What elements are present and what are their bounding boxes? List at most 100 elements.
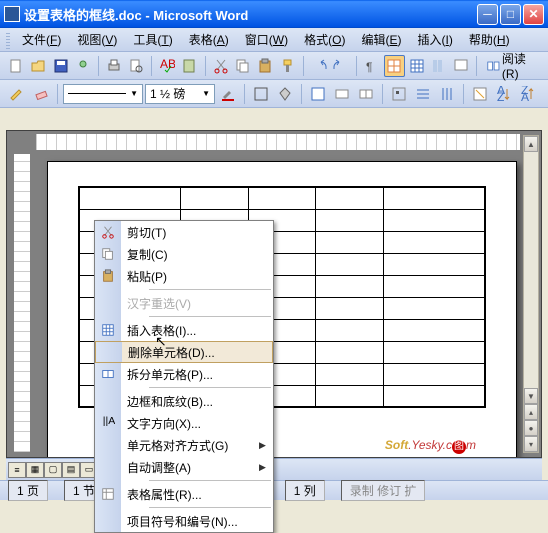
redo-button[interactable]	[331, 55, 351, 77]
web-view-button[interactable]: ▦	[26, 462, 44, 478]
menu-format[interactable]: 格式(O)	[296, 29, 353, 50]
submenu-arrow-icon: ▶	[259, 440, 273, 451]
cut-icon	[95, 221, 121, 243]
paste-button[interactable]	[255, 55, 275, 77]
permission-button[interactable]	[73, 55, 93, 77]
context-menu-item[interactable]: 边框和底纹(B)...	[95, 390, 273, 412]
spellcheck-button[interactable]: AB	[157, 55, 177, 77]
browse-object-button[interactable]: ●	[524, 420, 538, 436]
context-menu-item[interactable]: 表格属性(R)...	[95, 483, 273, 505]
copy-button[interactable]	[233, 55, 253, 77]
context-menu-item[interactable]: 自动调整(A)▶	[95, 456, 273, 478]
context-menu-item[interactable]: 粘贴(P)	[95, 265, 273, 287]
insert-table-button[interactable]	[407, 55, 427, 77]
context-menu-item[interactable]: 插入表格(I)...	[95, 319, 273, 341]
context-menu-item[interactable]: 删除单元格(D)...	[95, 341, 273, 363]
blank-icon	[95, 456, 121, 478]
menu-window[interactable]: 窗口(W)	[237, 29, 296, 50]
menu-item-label: 自动调整(A)	[121, 459, 259, 476]
shading-button[interactable]	[274, 83, 296, 105]
menu-item-label: 单元格对齐方式(G)	[121, 437, 259, 454]
menu-help[interactable]: 帮助(H)	[461, 29, 518, 50]
svg-text:Z: Z	[497, 90, 504, 102]
new-doc-button[interactable]	[6, 55, 26, 77]
minimize-button[interactable]: ─	[477, 4, 498, 25]
distribute-cols-button[interactable]	[436, 83, 458, 105]
maximize-button[interactable]: □	[500, 4, 521, 25]
menu-item-label: 边框和底纹(B)...	[121, 393, 259, 410]
sort-desc-button[interactable]: ZA	[517, 83, 539, 105]
read-mode-button[interactable]: 阅读(R)	[482, 55, 544, 77]
blank-icon	[95, 510, 121, 532]
context-menu-item[interactable]: 项目符号和编号(N)...	[95, 510, 273, 532]
next-page-button[interactable]: ▾	[524, 436, 538, 452]
vertical-scrollbar[interactable]: ▲ ▼ ▴ ● ▾	[523, 135, 539, 453]
menu-tools[interactable]: 工具(T)	[125, 29, 180, 50]
context-menu-item[interactable]: 复制(C)	[95, 243, 273, 265]
window-title: 设置表格的框线.doc - Microsoft Word	[24, 5, 477, 24]
close-button[interactable]: ✕	[523, 4, 544, 25]
context-menu-item: 汉字重选(V)	[95, 292, 273, 314]
blank-icon	[96, 342, 122, 362]
menu-item-label: 粘贴(P)	[121, 268, 259, 285]
border-button[interactable]	[250, 83, 272, 105]
vertical-ruler[interactable]	[13, 153, 31, 453]
merge-cells-button[interactable]	[331, 83, 353, 105]
copy-icon	[95, 243, 121, 265]
blank-icon	[95, 434, 121, 456]
blank-icon	[95, 292, 121, 314]
menu-edit[interactable]: 编辑(E)	[353, 29, 409, 50]
outline-view-button[interactable]: ▤	[62, 462, 80, 478]
title-bar: 设置表格的框线.doc - Microsoft Word ─ □ ✕	[0, 0, 548, 28]
distribute-rows-button[interactable]	[412, 83, 434, 105]
format-painter-button[interactable]	[277, 55, 297, 77]
border-color-button[interactable]	[217, 83, 239, 105]
align-button[interactable]	[388, 83, 410, 105]
print-view-button[interactable]: ▢	[44, 462, 62, 478]
research-button[interactable]	[180, 55, 200, 77]
horizontal-ruler[interactable]	[35, 133, 521, 151]
menu-bar: 文件(F) 视图(V) 工具(T) 表格(A) 窗口(W) 格式(O) 编辑(E…	[0, 28, 548, 52]
autoformat-button[interactable]	[469, 83, 491, 105]
menu-item-label: 删除单元格(D)...	[122, 344, 258, 361]
line-style-combo[interactable]: ▼	[63, 84, 143, 104]
standard-toolbar: AB ¶ 阅读(R)	[0, 52, 548, 80]
menu-file[interactable]: 文件(F)	[14, 29, 69, 50]
cut-button[interactable]	[211, 55, 231, 77]
prev-page-button[interactable]: ▴	[524, 404, 538, 420]
scroll-up-button[interactable]: ▲	[524, 136, 538, 152]
line-weight-combo[interactable]: 1 ½ 磅▼	[145, 84, 215, 104]
table-props-icon	[95, 483, 121, 505]
context-menu-item[interactable]: 拆分单元格(P)...	[95, 363, 273, 385]
borders-toolbar: ▼ 1 ½ 磅▼ AZ ZA	[0, 80, 548, 108]
table-insert-icon	[95, 319, 121, 341]
context-menu-item[interactable]: 剪切(T)	[95, 221, 273, 243]
paste-icon	[95, 265, 121, 287]
context-menu-item[interactable]: 单元格对齐方式(G)▶	[95, 434, 273, 456]
menu-view[interactable]: 视图(V)	[69, 29, 125, 50]
menu-item-label: 文字方向(X)...	[121, 415, 259, 432]
eraser-button[interactable]	[30, 83, 52, 105]
print-preview-button[interactable]	[126, 55, 146, 77]
save-button[interactable]	[51, 55, 71, 77]
tables-borders-button[interactable]	[384, 55, 404, 77]
draw-table-button[interactable]	[6, 83, 28, 105]
scroll-down-button[interactable]: ▼	[524, 388, 538, 404]
context-menu-item[interactable]: ||A文字方向(X)...	[95, 412, 273, 434]
menu-insert[interactable]: 插入(I)	[410, 29, 461, 50]
watermark: Soft.Yesky.c图m	[385, 436, 476, 454]
print-button[interactable]	[104, 55, 124, 77]
menu-item-label: 汉字重选(V)	[121, 295, 259, 312]
doc-map-button[interactable]	[451, 55, 471, 77]
sort-asc-button[interactable]: AZ	[493, 83, 515, 105]
undo-button[interactable]	[309, 55, 329, 77]
paragraph-marks-button[interactable]: ¶	[362, 55, 382, 77]
app-icon	[4, 6, 20, 22]
blank-icon	[95, 390, 121, 412]
menu-table[interactable]: 表格(A)	[181, 29, 237, 50]
open-button[interactable]	[28, 55, 48, 77]
split-cells-button[interactable]	[355, 83, 377, 105]
insert-table-button[interactable]	[307, 83, 329, 105]
normal-view-button[interactable]: ≡	[8, 462, 26, 478]
columns-button[interactable]	[429, 55, 449, 77]
